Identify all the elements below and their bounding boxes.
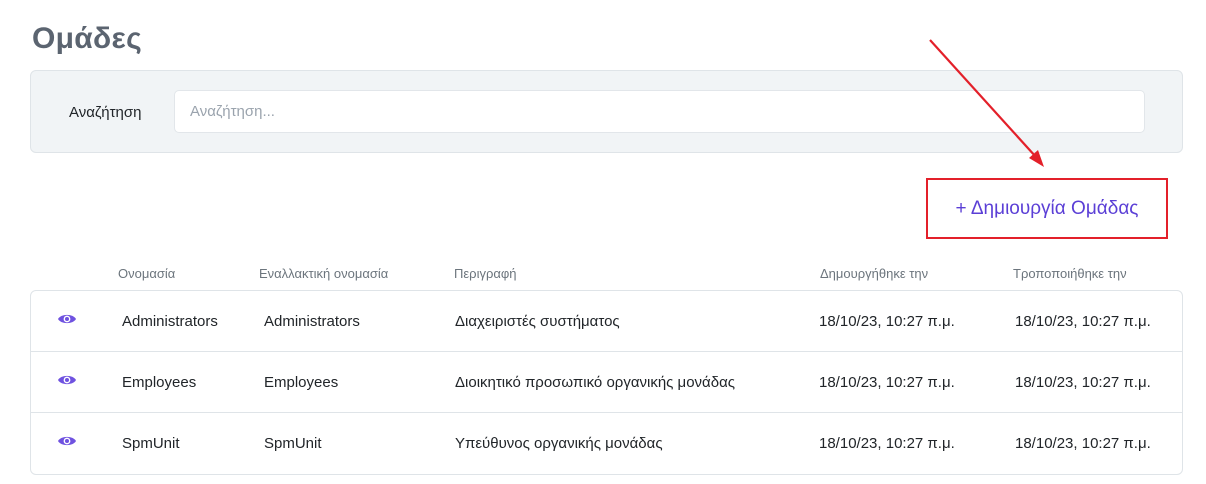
table-row[interactable]: Employees Employees Διοικητικό προσωπικό… xyxy=(31,352,1182,413)
column-header-created[interactable]: Δημουργήθηκε την xyxy=(820,266,928,281)
table-row[interactable]: Administrators Administrators Διαχειριστ… xyxy=(31,291,1182,352)
eye-icon[interactable] xyxy=(57,373,77,387)
column-header-modified[interactable]: Τροποποιήθηκε την xyxy=(1013,266,1127,281)
table-row[interactable]: SpmUnit SpmUnit Υπεύθυνος οργανικής μονά… xyxy=(31,413,1182,474)
search-panel: Αναζήτηση xyxy=(30,70,1183,153)
table-header: Ονομασία Εναλλακτική ονομασία Περιγραφή … xyxy=(30,262,1183,284)
create-group-label: + Δημιουργία Ομάδας xyxy=(955,197,1139,219)
group-created: 18/10/23, 10:27 π.μ. xyxy=(819,313,955,330)
group-description: Υπεύθυνος οργανικής μονάδας xyxy=(455,435,663,452)
group-name: Administrators xyxy=(122,313,218,330)
page-title: Ομάδες xyxy=(32,22,142,55)
group-name: SpmUnit xyxy=(122,435,180,452)
group-alt-name: Employees xyxy=(264,374,339,391)
column-header-alt-name[interactable]: Εναλλακτική ονομασία xyxy=(259,266,388,281)
column-header-name[interactable]: Ονομασία xyxy=(118,266,175,281)
create-group-button[interactable]: + Δημιουργία Ομάδας xyxy=(926,178,1168,239)
group-name: Employees xyxy=(122,374,197,391)
groups-page: Ομάδες Αναζήτηση + Δημιουργία Ομάδας Ονο… xyxy=(0,0,1206,484)
search-label: Αναζήτηση xyxy=(69,104,142,121)
group-description: Διαχειριστές συστήματος xyxy=(455,313,620,330)
group-description: Διοικητικό προσωπικό οργανικής μονάδας xyxy=(455,374,735,391)
group-modified: 18/10/23, 10:27 π.μ. xyxy=(1015,313,1151,330)
group-modified: 18/10/23, 10:27 π.μ. xyxy=(1015,435,1151,452)
group-alt-name: SpmUnit xyxy=(264,435,322,452)
group-created: 18/10/23, 10:27 π.μ. xyxy=(819,435,955,452)
group-modified: 18/10/23, 10:27 π.μ. xyxy=(1015,374,1151,391)
group-alt-name: Administrators xyxy=(264,313,360,330)
search-input[interactable] xyxy=(174,90,1145,133)
eye-icon[interactable] xyxy=(57,312,77,326)
column-header-description[interactable]: Περιγραφή xyxy=(454,266,517,281)
group-created: 18/10/23, 10:27 π.μ. xyxy=(819,374,955,391)
eye-icon[interactable] xyxy=(57,434,77,448)
groups-table: Administrators Administrators Διαχειριστ… xyxy=(30,290,1183,475)
